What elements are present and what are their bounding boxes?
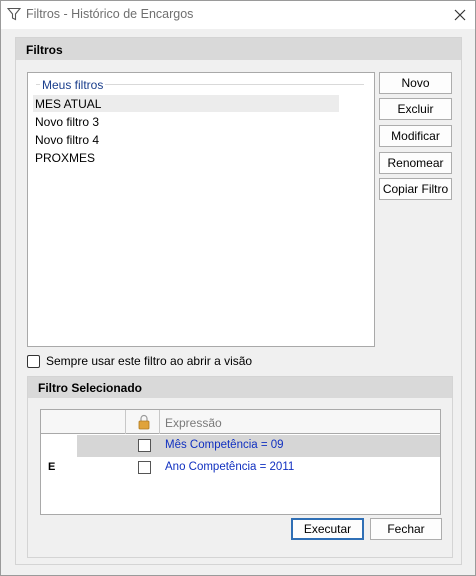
- close-icon: [454, 9, 466, 21]
- filters-section-header: Filtros: [16, 38, 461, 60]
- list-item[interactable]: PROXMES: [33, 149, 339, 166]
- group-label: Meus filtros: [40, 78, 106, 92]
- lock-icon: [138, 414, 150, 430]
- close-window-button[interactable]: [450, 5, 470, 25]
- filters-dialog: Filtros - Histórico de Encargos Filtros …: [0, 0, 476, 576]
- selected-filter-header: Filtro Selecionado: [28, 377, 452, 398]
- grid-header: Expressão: [41, 410, 440, 434]
- rename-filter-button[interactable]: Renomear: [379, 152, 452, 174]
- window-title: Filtros - Histórico de Encargos: [26, 7, 194, 21]
- filters-panel: Filtros Meus filtros MES ATUAL Novo filt…: [15, 37, 462, 565]
- list-item[interactable]: MES ATUAL: [33, 95, 339, 112]
- modify-filter-button[interactable]: Modificar: [379, 125, 452, 147]
- close-button[interactable]: Fechar: [370, 518, 442, 540]
- copy-filter-button[interactable]: Copiar Filtro: [379, 178, 452, 200]
- list-item[interactable]: Novo filtro 3: [33, 113, 339, 130]
- column-separator: [159, 410, 160, 434]
- row-operator: E: [48, 461, 56, 473]
- column-separator: [125, 410, 126, 434]
- delete-filter-button[interactable]: Excluir: [379, 98, 452, 120]
- row-expression[interactable]: Mês Competência = 09: [165, 439, 284, 451]
- table-row[interactable]: E Ano Competência = 2011: [41, 457, 440, 479]
- selected-filter-panel: Filtro Selecionado Expressão Mês Competê…: [27, 376, 453, 558]
- filter-icon: [7, 7, 21, 21]
- table-row[interactable]: Mês Competência = 09: [41, 435, 440, 457]
- row-expression[interactable]: Ano Competência = 2011: [165, 461, 294, 473]
- new-filter-button[interactable]: Novo: [379, 72, 452, 94]
- expression-grid[interactable]: Expressão Mês Competência = 09 E Ano Com…: [40, 409, 441, 515]
- always-use-filter-option[interactable]: Sempre usar este filtro ao abrir a visão: [27, 353, 252, 369]
- execute-button[interactable]: Executar: [291, 518, 364, 540]
- row-lock-checkbox[interactable]: [138, 461, 151, 474]
- list-item[interactable]: Novo filtro 4: [33, 131, 339, 148]
- title-bar[interactable]: Filtros - Histórico de Encargos: [1, 1, 475, 29]
- row-lock-checkbox[interactable]: [138, 439, 151, 452]
- expression-column-header[interactable]: Expressão: [165, 416, 222, 430]
- always-use-checkbox[interactable]: [27, 354, 40, 368]
- always-use-label: Sempre usar este filtro ao abrir a visão: [46, 354, 253, 368]
- filter-list[interactable]: Meus filtros MES ATUAL Novo filtro 3 Nov…: [27, 72, 375, 347]
